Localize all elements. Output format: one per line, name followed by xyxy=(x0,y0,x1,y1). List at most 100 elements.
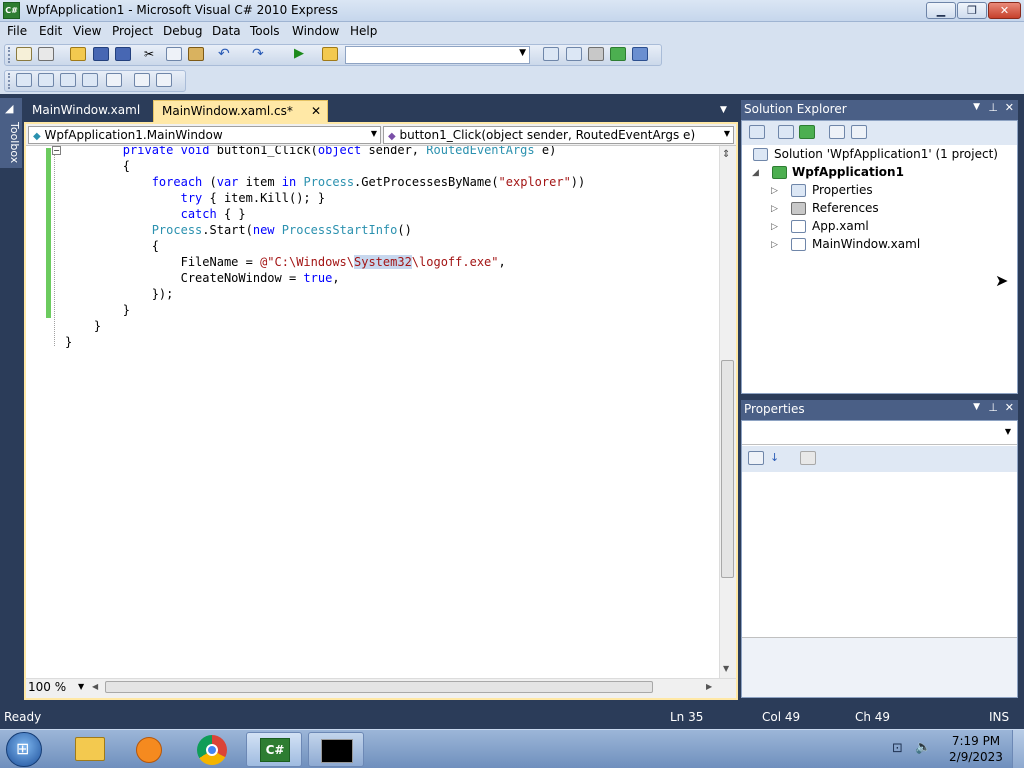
start-button[interactable]: ⊞ xyxy=(6,732,42,767)
maximize-button[interactable]: ❐ xyxy=(957,2,987,19)
active-files-dropdown-icon[interactable]: ▼ xyxy=(720,105,727,115)
pin-icon[interactable]: ⊥ xyxy=(988,401,998,414)
find-in-files-icon[interactable] xyxy=(322,47,338,61)
code-area[interactable]: private void button1_Click(object sender… xyxy=(28,146,718,666)
clock-date[interactable]: 2/9/2023 xyxy=(948,750,1004,764)
show-desktop-button[interactable] xyxy=(1012,730,1024,768)
uncomment-icon[interactable] xyxy=(156,73,172,87)
close-icon[interactable]: ✕ xyxy=(1005,101,1014,114)
window-position-icon[interactable]: ▼ xyxy=(973,402,980,412)
taskbar-chrome[interactable] xyxy=(184,732,240,767)
text-editor-toolbar xyxy=(0,68,1024,94)
network-icon[interactable]: ⊡ xyxy=(892,741,903,756)
decrease-indent-icon[interactable] xyxy=(106,73,122,87)
properties-window-icon[interactable] xyxy=(566,47,582,61)
solution-explorer-panel xyxy=(741,120,1018,394)
vertical-scroll-thumb[interactable] xyxy=(721,360,734,578)
tree-item-mainwindow-xaml[interactable]: MainWindow.xaml xyxy=(812,237,920,251)
property-pages-icon[interactable] xyxy=(800,451,816,465)
tree-item-references[interactable]: References xyxy=(812,201,879,215)
start-debugging-icon[interactable]: ▶ xyxy=(294,47,310,61)
paste-icon[interactable] xyxy=(188,47,204,61)
volume-icon[interactable]: 🔈 xyxy=(915,740,931,755)
taskbar-command-prompt[interactable] xyxy=(308,732,364,767)
object-selector-combo[interactable]: ▼ xyxy=(742,421,1017,445)
collapsed-triangle-icon[interactable]: ▷ xyxy=(771,204,778,214)
open-icon[interactable] xyxy=(70,47,86,61)
menu-view[interactable]: View xyxy=(73,24,101,38)
split-icon[interactable]: ⇕ xyxy=(722,149,730,160)
collapsed-triangle-icon[interactable]: ▷ xyxy=(771,240,778,250)
chevron-down-icon: ▼ xyxy=(370,129,377,138)
refresh-icon[interactable] xyxy=(799,125,815,139)
display-quick-info-icon[interactable] xyxy=(60,73,76,87)
view-code-icon[interactable] xyxy=(829,125,845,139)
minimize-button[interactable]: ▁ xyxy=(926,2,956,19)
toolbar-grip[interactable] xyxy=(8,47,11,63)
scroll-left-icon[interactable]: ◀ xyxy=(92,682,98,691)
properties-icon[interactable] xyxy=(778,125,794,139)
toolbox-icon[interactable] xyxy=(610,47,626,61)
show-all-files-icon[interactable] xyxy=(749,125,765,139)
menu-window[interactable]: Window xyxy=(292,24,339,38)
taskbar-media-player[interactable] xyxy=(122,732,178,767)
clock-time[interactable]: 7:19 PM xyxy=(948,734,1004,748)
member-combo[interactable]: ◆ button1_Click(object sender, RoutedEve… xyxy=(383,126,734,144)
menu-help[interactable]: Help xyxy=(350,24,377,38)
comment-out-icon[interactable] xyxy=(134,73,150,87)
tree-item-properties[interactable]: Properties xyxy=(812,183,873,197)
display-object-member-list-icon[interactable] xyxy=(16,73,32,87)
start-page-icon[interactable] xyxy=(632,47,648,61)
command-prompt-icon xyxy=(321,739,353,763)
menu-tools[interactable]: Tools xyxy=(250,24,280,38)
scroll-down-icon[interactable]: ▼ xyxy=(723,664,729,673)
tab-mainwindow-xaml[interactable]: MainWindow.xaml xyxy=(24,100,151,122)
tab-mainwindow-xaml-cs[interactable]: MainWindow.xaml.cs* ✕ xyxy=(153,100,328,122)
code-line: }); xyxy=(65,287,174,301)
add-item-icon[interactable] xyxy=(38,47,54,61)
display-word-completion-icon[interactable] xyxy=(82,73,98,87)
pin-icon[interactable]: ⊥ xyxy=(988,101,998,114)
solution-explorer-icon[interactable] xyxy=(543,47,559,61)
menu-file[interactable]: File xyxy=(7,24,27,38)
new-project-icon[interactable] xyxy=(16,47,32,61)
menu-edit[interactable]: Edit xyxy=(39,24,62,38)
zoom-combo[interactable]: 100 % ▼ xyxy=(28,680,86,696)
app-icon[interactable]: C# xyxy=(3,2,20,19)
tree-solution[interactable]: Solution 'WpfApplication1' (1 project) xyxy=(774,147,998,161)
code-line: { xyxy=(65,239,159,253)
close-tab-icon[interactable]: ✕ xyxy=(311,104,321,118)
window-title: WpfApplication1 - Microsoft Visual C# 20… xyxy=(26,3,338,17)
close-icon[interactable]: ✕ xyxy=(1005,401,1014,414)
close-button[interactable]: ✕ xyxy=(988,2,1021,19)
toolbar-grip[interactable] xyxy=(8,73,11,89)
expanded-triangle-icon[interactable]: ◢ xyxy=(752,168,759,178)
toolbox-label[interactable]: Toolbox xyxy=(1,118,21,168)
undo-icon[interactable]: ↶ xyxy=(218,47,234,61)
scroll-right-icon[interactable]: ▶ xyxy=(706,682,712,691)
menu-data[interactable]: Data xyxy=(212,24,241,38)
categorized-icon[interactable] xyxy=(748,451,764,465)
save-icon[interactable] xyxy=(93,47,109,61)
taskbar-visual-csharp[interactable]: C# xyxy=(246,732,302,767)
taskbar-explorer[interactable] xyxy=(62,732,118,767)
menu-project[interactable]: Project xyxy=(112,24,153,38)
alphabetical-icon[interactable]: ↓ xyxy=(770,451,786,465)
copy-icon[interactable] xyxy=(166,47,182,61)
collapsed-triangle-icon[interactable]: ▷ xyxy=(771,186,778,196)
type-combo[interactable]: ◆ WpfApplication1.MainWindow ▼ xyxy=(28,126,381,144)
display-parameter-info-icon[interactable] xyxy=(38,73,54,87)
collapsed-triangle-icon[interactable]: ▷ xyxy=(771,222,778,232)
cut-icon[interactable]: ✂ xyxy=(144,47,160,61)
save-all-icon[interactable] xyxy=(115,47,131,61)
solution-config-combo[interactable]: ▼ xyxy=(345,46,530,64)
window-position-icon[interactable]: ▼ xyxy=(973,102,980,112)
horizontal-scroll-thumb[interactable] xyxy=(105,681,653,693)
code-line: FileName = @"C:\Windows\System32\logoff.… xyxy=(65,255,506,269)
tree-item-app-xaml[interactable]: App.xaml xyxy=(812,219,869,233)
menu-debug[interactable]: Debug xyxy=(163,24,202,38)
object-browser-icon[interactable] xyxy=(588,47,604,61)
view-designer-icon[interactable] xyxy=(851,125,867,139)
tree-project[interactable]: WpfApplication1 xyxy=(792,165,904,179)
redo-icon[interactable]: ↷ xyxy=(252,47,268,61)
